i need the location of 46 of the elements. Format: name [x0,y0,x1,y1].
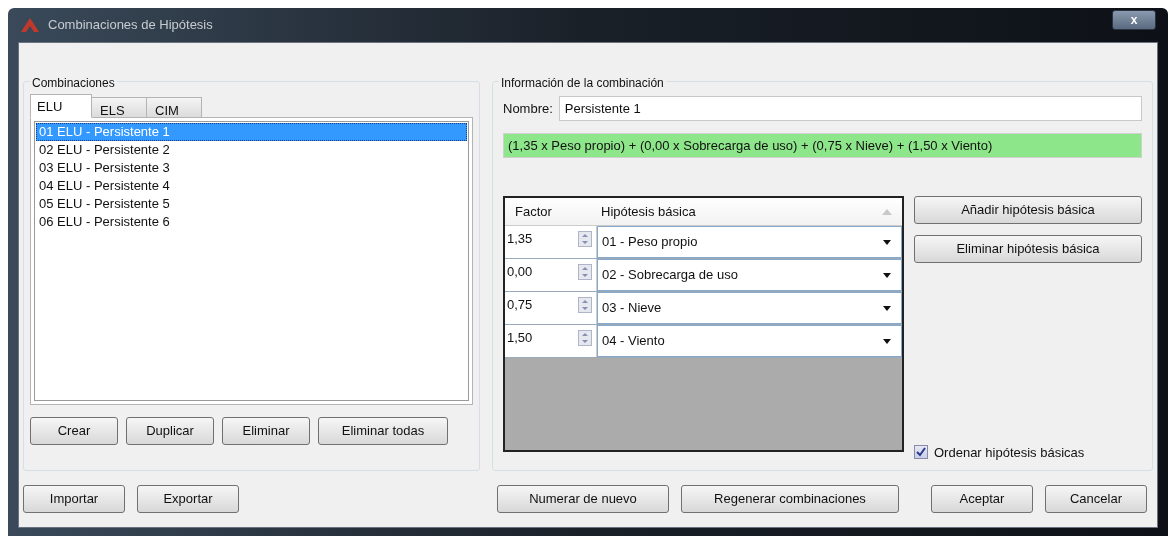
action-button[interactable]: Añadir hipótesis básica [914,196,1142,224]
factor-cell[interactable]: 0,75 [505,292,578,315]
action-button[interactable]: Eliminar [222,417,310,445]
factor-cell[interactable]: 1,50 [505,325,578,348]
name-field[interactable]: Persistente 1 [558,96,1142,121]
sort-arrow-icon [882,208,892,215]
action-button[interactable]: Numerar de nuevo [497,485,669,513]
list-item[interactable]: 06 ELU - Persistente 6 [36,213,467,231]
column-header[interactable]: Hipótesis básica [597,201,882,222]
action-button[interactable]: Exportar [137,485,239,513]
action-button[interactable]: Eliminar hipótesis básica [914,235,1142,263]
action-button[interactable]: Importar [23,485,125,513]
action-button[interactable]: Cancelar [1045,485,1147,513]
factor-cell[interactable]: 1,35 [505,226,578,249]
action-button[interactable]: Eliminar todas [318,417,448,445]
list-item[interactable]: 03 ELU - Persistente 3 [36,159,467,177]
spinner-icon[interactable] [578,297,592,313]
list-item[interactable]: 04 ELU - Persistente 4 [36,177,467,195]
tab[interactable]: CIM [146,97,202,118]
formula-bar: (1,35 x Peso propio) + (0,00 x Sobrecarga de uso) + (0,75 x Nieve) + (1,50 x Viento) [503,133,1142,158]
hypothesis-dropdown[interactable]: 01 - Peso propio [597,226,902,258]
spinner-icon[interactable] [578,330,592,346]
factor-cell[interactable]: 0,00 [505,259,578,282]
column-header[interactable]: Factor [505,201,597,222]
window-title: Combinaciones de Hipótesis [48,16,213,35]
checkbox[interactable] [914,445,928,460]
app-logo-icon [20,17,40,33]
hypothesis-dropdown[interactable]: 04 - Viento [597,325,902,357]
list-item[interactable]: 05 ELU - Persistente 5 [36,195,467,213]
action-button[interactable]: Duplicar [126,417,214,445]
dropdown-arrow-icon [883,338,891,344]
checkbox-label: Ordenar hipótesis básicas [934,443,1085,462]
tab[interactable]: ELU [30,94,92,118]
close-button[interactable]: x [1112,10,1156,30]
spinner-icon[interactable] [578,231,592,247]
hypothesis-dropdown[interactable]: 03 - Nieve [597,292,902,324]
action-button[interactable]: Aceptar [931,485,1033,513]
list-item[interactable]: 02 ELU - Persistente 2 [36,141,467,159]
spinner-icon[interactable] [578,264,592,280]
hypothesis-dropdown[interactable]: 02 - Sobrecarga de uso [597,259,902,291]
dropdown-arrow-icon [883,239,891,245]
action-button[interactable]: Regenerar combinaciones [681,485,899,513]
dropdown-arrow-icon [883,272,891,278]
dropdown-arrow-icon [883,305,891,311]
name-label: Nombre: [503,99,553,118]
action-button[interactable]: Crear [30,417,118,445]
